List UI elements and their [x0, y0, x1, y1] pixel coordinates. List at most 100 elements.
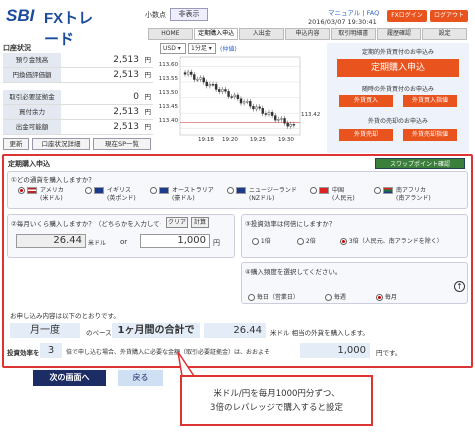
q3-label: ③投資効率は何倍にしますか？: [245, 220, 336, 228]
logout-button[interactable]: ログアウト: [430, 10, 468, 22]
currency-option-gbp[interactable]: イギリス (英ポンド): [85, 187, 136, 202]
radio-3x[interactable]: [340, 238, 347, 245]
refresh-button[interactable]: 更新: [3, 138, 29, 150]
tab-regular-purchase[interactable]: 定期購入申込: [193, 28, 239, 40]
radio-monthly[interactable]: [376, 294, 383, 301]
y-tick: 113.40: [158, 118, 178, 124]
radio-zar[interactable]: [374, 187, 381, 194]
currency-option-aud[interactable]: オーストラリア (豪ドル): [150, 187, 214, 202]
leverage-label: 3倍（人民元、南アランドを除く）: [348, 238, 443, 245]
account-unit: 円: [144, 71, 152, 79]
y-tick: 113.45: [158, 104, 178, 110]
x-tick: 19:30: [278, 137, 294, 143]
currency-option-cny[interactable]: 中国 (人民元): [310, 187, 355, 202]
tab-deposit[interactable]: 入出金: [239, 28, 285, 40]
scroll-up-icon[interactable]: ↑: [454, 281, 465, 292]
jpy-amount-input[interactable]: 1,000: [140, 234, 210, 248]
account-value: 2,513: [113, 107, 139, 117]
radio-aud[interactable]: [150, 187, 157, 194]
buy-limit-button[interactable]: 外貨買入指値: [403, 95, 457, 107]
total-suffix: 米ドル 相当の外貨を購入します。: [270, 329, 369, 337]
candle-body: [221, 89, 224, 92]
currency-sub: (人民元): [332, 195, 355, 202]
radio-daily[interactable]: [248, 294, 255, 301]
radio-usd[interactable]: [18, 187, 25, 194]
currency-name: ニュージーランド: [249, 187, 297, 194]
q1-label: ①どの通貨を購入しますか？: [11, 176, 95, 184]
radio-2x[interactable]: [297, 238, 304, 245]
tab-home[interactable]: HOME: [148, 28, 193, 40]
candle-body: [249, 101, 252, 107]
fx-login-button[interactable]: FXログイン: [387, 10, 427, 22]
currency-option-zar[interactable]: 南アフリカ (南アランド): [374, 187, 431, 202]
clear-button[interactable]: クリア: [166, 217, 188, 228]
callout-line1: 米ドル/円を毎月1000円分ずつ、: [213, 389, 340, 399]
candle-body: [261, 108, 264, 114]
swap-point-button[interactable]: スワップポイント確認: [375, 158, 465, 169]
radio-nzd[interactable]: [227, 187, 234, 194]
currency-pair-select[interactable]: USD ▾: [160, 43, 186, 54]
leverage-option-3[interactable]: 3倍（人民元、南アランドを除く）: [340, 236, 443, 245]
leverage-label: 1倍: [260, 238, 271, 245]
us-flag-icon: [27, 187, 37, 194]
candle-body: [202, 77, 205, 83]
cn-flag-icon: [319, 187, 329, 194]
next-button[interactable]: 次の画面へ: [33, 370, 106, 386]
leverage-option-2[interactable]: 2倍: [297, 236, 316, 245]
radio-weekly[interactable]: [325, 294, 332, 301]
frequency-label: 毎週: [333, 294, 346, 301]
account-status-title: 口座状況: [3, 44, 31, 52]
usd-unit: 米ドル: [88, 240, 107, 247]
radio-1x[interactable]: [252, 238, 259, 245]
frequency-option-monthly[interactable]: 毎月: [376, 292, 397, 301]
radio-cny[interactable]: [310, 187, 317, 194]
currency-name: アメリカ: [40, 187, 64, 194]
period-select[interactable]: 1分足 ▾: [188, 43, 216, 54]
candle-body: [183, 72, 187, 75]
efficiency-value: 3: [40, 343, 62, 358]
chart-plot-area: [179, 56, 301, 136]
candle-body: [193, 74, 196, 80]
logo-sbi-text: SBI: [6, 6, 35, 25]
candle-body: [270, 112, 274, 116]
y-tick: 113.55: [158, 76, 178, 82]
frequency-option-weekly[interactable]: 毎週: [325, 292, 346, 301]
sp-list-button[interactable]: 現在SP一覧: [93, 138, 151, 150]
buy-button[interactable]: 外貨買入: [339, 95, 393, 107]
jpy-unit: 円: [213, 239, 220, 247]
candle-body: [230, 96, 233, 98]
sell-button[interactable]: 外貨売却: [339, 129, 393, 141]
regular-order-title: 定期的外貨買付のお申込み: [361, 49, 434, 56]
tab-orders[interactable]: 申込内容: [285, 28, 330, 40]
currency-option-nzd[interactable]: ニュージーランド (NZドル): [227, 187, 297, 202]
back-button[interactable]: 戻る: [118, 370, 163, 386]
account-row: 買付余力 2,513 円: [3, 105, 153, 120]
calc-button[interactable]: 計算: [191, 217, 209, 228]
account-value: 2,513: [113, 70, 139, 80]
tab-statements[interactable]: 取引明細書: [330, 28, 376, 40]
candle-body: [218, 89, 221, 92]
account-unit: 円: [144, 123, 152, 131]
currency-sub: (南アランド): [396, 195, 431, 202]
usd-amount-input[interactable]: 26.44: [16, 234, 86, 248]
tab-settings[interactable]: 設定: [422, 28, 468, 40]
tab-history[interactable]: 履歴確認: [376, 28, 422, 40]
radio-gbp[interactable]: [85, 187, 92, 194]
account-row: 円換価評価額 2,513 円: [3, 68, 153, 83]
top-links[interactable]: マニュアル | FAQ: [328, 7, 379, 17]
account-details-button[interactable]: 口座状況詳細: [32, 138, 90, 150]
decimal-toggle[interactable]: 非表示: [170, 8, 208, 21]
order-panel: 定期的外貨買付のお申込み 定期購入申込 随時の外貨買付のお申込み 外貨買入 外貨…: [327, 43, 469, 153]
account-row: 出金可能額 2,513 円: [3, 120, 153, 135]
candle-body: [246, 101, 249, 103]
account-value: 0: [133, 92, 139, 102]
account-label: 取引必要証拠金: [3, 90, 61, 104]
frequency-option-daily[interactable]: 毎日（営業日）: [248, 292, 299, 301]
chart-mode: (仲値): [220, 46, 237, 53]
currency-option-usd[interactable]: アメリカ (米ドル): [18, 187, 64, 202]
regular-purchase-button[interactable]: 定期購入申込: [337, 59, 459, 77]
currency-sub: (豪ドル): [172, 195, 195, 202]
sell-limit-button[interactable]: 外貨売却指値: [403, 129, 457, 141]
leverage-option-1[interactable]: 1倍: [252, 236, 271, 245]
candle-body: [255, 106, 258, 110]
